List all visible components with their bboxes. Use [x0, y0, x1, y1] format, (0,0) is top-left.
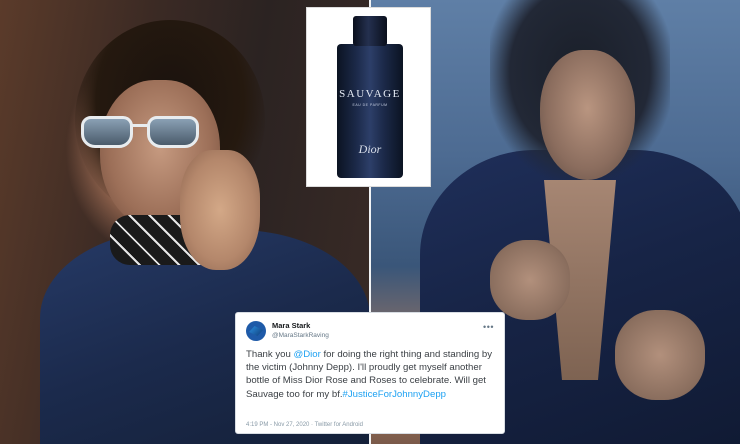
pointing-hand — [180, 150, 260, 270]
tweet-timestamp: 4:19 PM - Nov 27, 2020 · Twitter for And… — [246, 422, 363, 428]
tweet-text: Thank you @Dior for doing the right thin… — [246, 348, 494, 401]
right-lens — [147, 116, 199, 148]
image-canvas: SAUVAGE EAU DE PARFUM Dior Mara Stark @M… — [0, 0, 740, 444]
tweet-card: Mara Stark @MaraStarkRaving ••• Thank yo… — [235, 312, 505, 434]
tweet-header: Mara Stark @MaraStarkRaving ••• — [246, 320, 494, 342]
tweet-text-part: Thank you — [246, 349, 294, 360]
right-hand — [490, 240, 570, 320]
perfume-cap — [353, 16, 387, 46]
tweet-author: Mara Stark @MaraStarkRaving — [272, 321, 329, 341]
more-options-icon: ••• — [483, 322, 494, 332]
right-hand-lower — [615, 310, 705, 400]
perfume-subtitle: EAU DE PARFUM — [352, 103, 388, 107]
perfume-name: SAUVAGE — [339, 88, 401, 100]
perfume-brand: Dior — [358, 142, 382, 156]
perfume-bottle: SAUVAGE EAU DE PARFUM Dior — [337, 44, 403, 178]
right-face — [540, 50, 635, 180]
author-name: Mara Stark — [272, 321, 311, 330]
hashtag-link: #JusticeForJohnnyDepp — [342, 388, 446, 400]
mention-link: @Dior — [293, 349, 321, 360]
sunglasses — [75, 112, 215, 152]
perfume-inset: SAUVAGE EAU DE PARFUM Dior — [306, 7, 431, 187]
left-lens — [81, 116, 133, 148]
author-handle: @MaraStarkRaving — [272, 332, 329, 339]
avatar — [246, 321, 266, 341]
